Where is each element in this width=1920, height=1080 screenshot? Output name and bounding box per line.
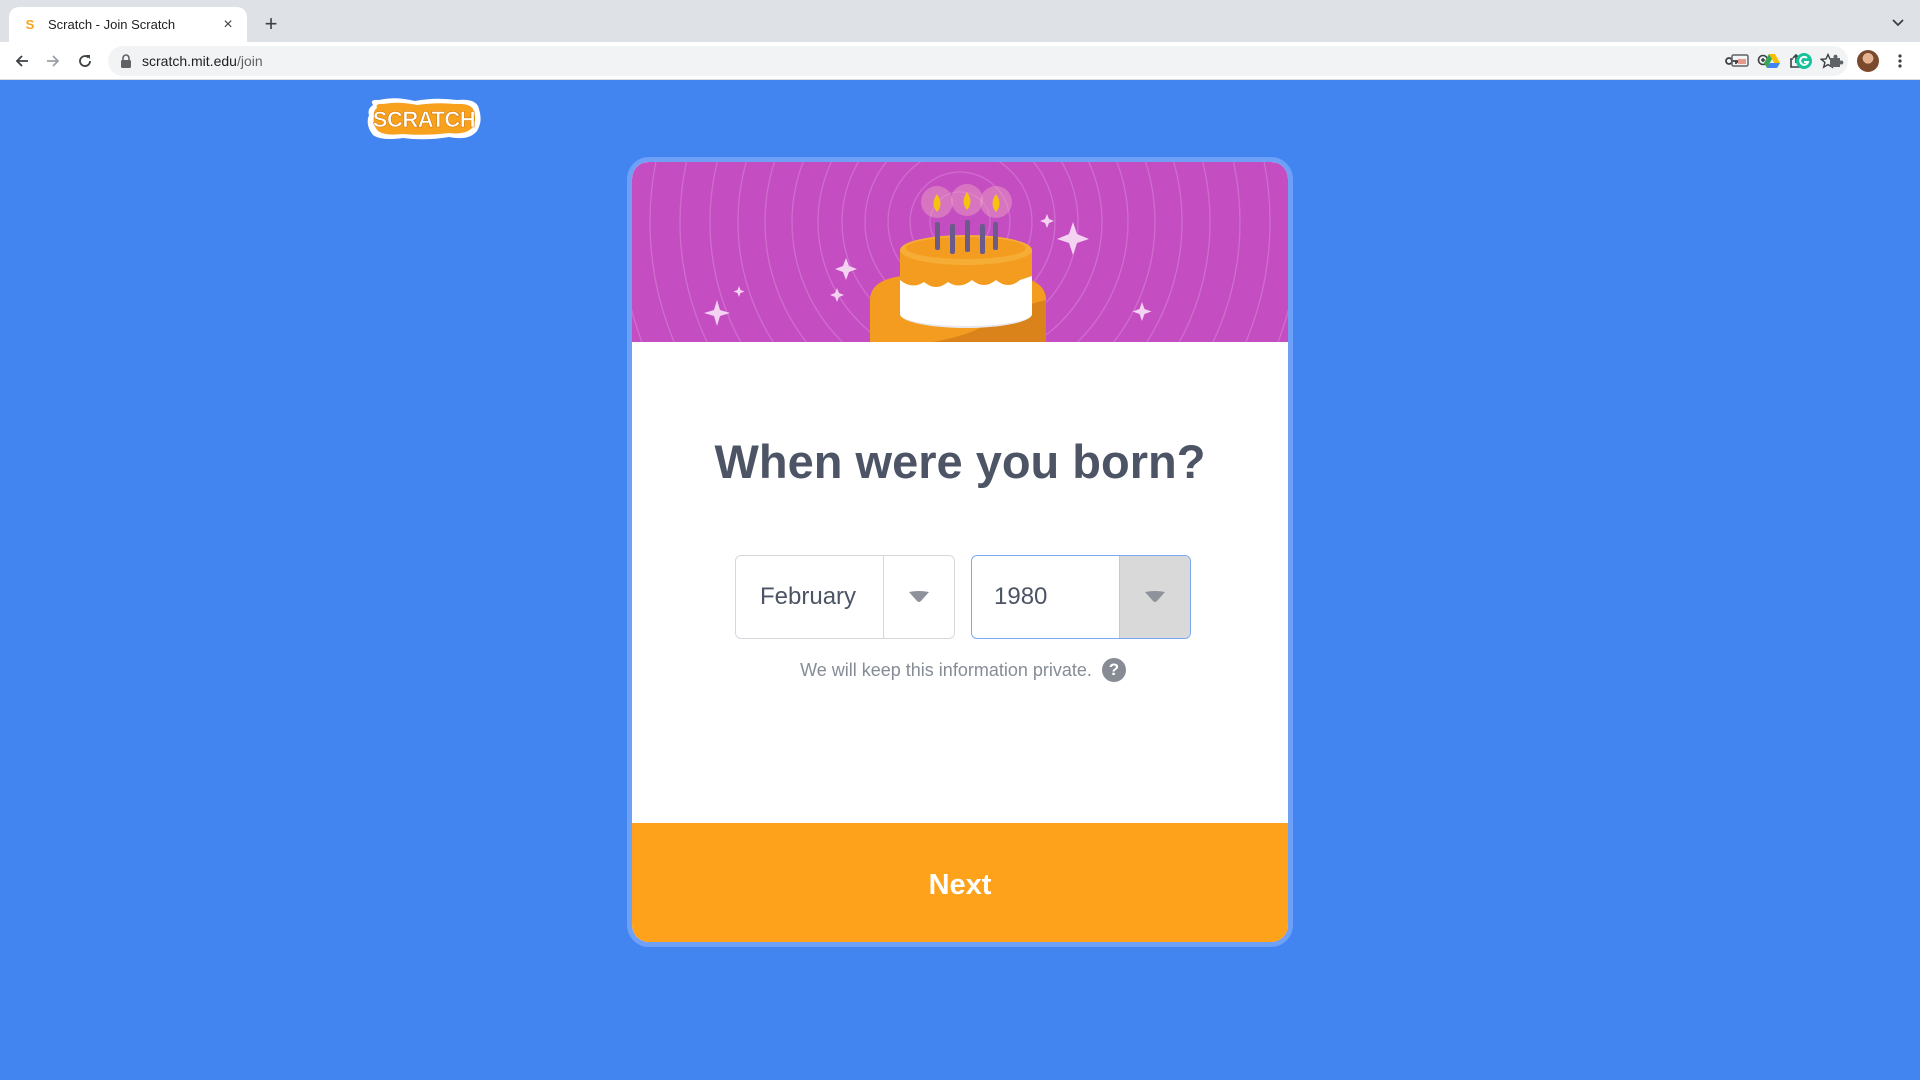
join-card: When were you born? February 1980 We wil… <box>627 157 1293 947</box>
profile-avatar[interactable] <box>1856 49 1880 73</box>
grammarly-icon[interactable] <box>1792 49 1816 73</box>
birth-year-value: 1980 <box>994 583 1048 610</box>
next-button[interactable]: Next <box>632 823 1288 942</box>
birth-month-value: February <box>760 583 857 610</box>
address-bar[interactable]: scratch.mit.edu/join <box>108 46 1848 76</box>
year-dropdown-arrow[interactable] <box>1119 556 1190 638</box>
reload-button[interactable] <box>73 49 97 73</box>
birthday-banner <box>632 162 1288 342</box>
birthday-cake-illustration <box>632 162 1288 342</box>
privacy-note: We will keep this information private. ? <box>632 658 1288 682</box>
arrow-right-icon <box>47 55 60 67</box>
scratch-logo[interactable]: SCRATCH <box>365 97 483 141</box>
browser-toolbar: scratch.mit.edu/join <box>0 42 1920 80</box>
help-question-icon[interactable]: ? <box>1101 658 1126 682</box>
browser-tab-strip: S Scratch - Join Scratch × + <box>0 0 1920 42</box>
month-dropdown-arrow[interactable] <box>883 556 954 638</box>
birth-month-select[interactable]: February <box>735 555 955 639</box>
caret-down-icon <box>909 591 929 602</box>
scratch-favicon-icon: S <box>25 17 35 32</box>
arrow-left-icon <box>15 55 28 67</box>
new-tab-button[interactable]: + <box>258 11 284 37</box>
birthdate-question: When were you born? <box>714 435 1206 488</box>
forward-button[interactable] <box>41 49 65 73</box>
browser-tab[interactable]: S Scratch - Join Scratch × <box>9 7 247 42</box>
privacy-text: We will keep this information private. <box>800 659 1092 680</box>
close-tab-icon[interactable]: × <box>219 16 237 34</box>
url-text: scratch.mit.edu/join <box>142 53 263 69</box>
extension-icons <box>1728 49 1912 73</box>
google-drive-icon[interactable] <box>1760 49 1784 73</box>
cast-icon[interactable] <box>1728 49 1752 73</box>
lock-icon[interactable] <box>120 54 132 68</box>
reload-icon <box>79 55 91 67</box>
back-button[interactable] <box>10 49 34 73</box>
chevron-down-icon[interactable] <box>1890 14 1906 30</box>
tab-title: Scratch - Join Scratch <box>48 17 176 32</box>
puzzle-extensions-icon[interactable] <box>1824 49 1848 73</box>
birth-year-select[interactable]: 1980 <box>971 555 1191 639</box>
logo-text: SCRATCH <box>373 107 475 132</box>
caret-down-icon <box>1145 591 1165 602</box>
kebab-menu-icon[interactable] <box>1888 49 1912 73</box>
